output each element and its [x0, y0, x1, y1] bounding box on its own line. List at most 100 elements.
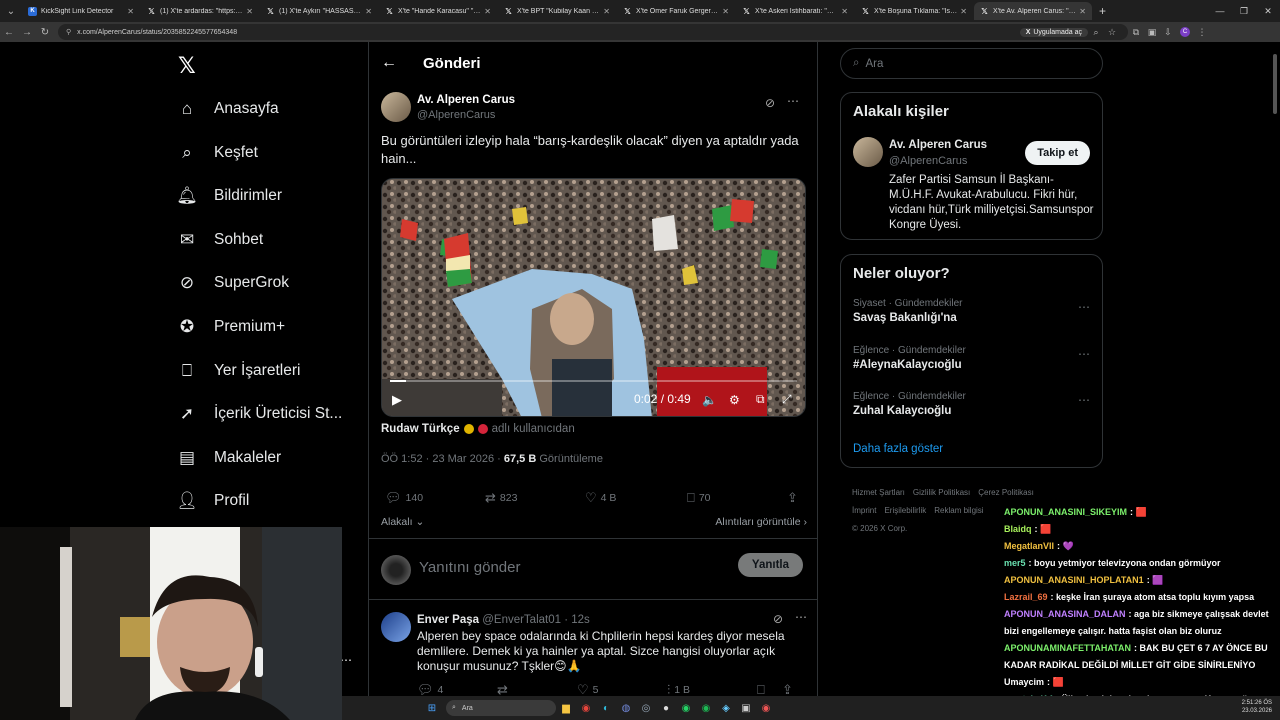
author-avatar[interactable] [381, 92, 411, 122]
reply-time[interactable]: · 12s [564, 614, 590, 626]
post-more-icon[interactable]: ⋯ [787, 94, 799, 108]
reply-handle[interactable]: @EnverTalat01 [482, 614, 561, 626]
discord-icon[interactable]: ◍ [616, 701, 636, 715]
nav-item-rocket[interactable]: ➚ İçerik Üreticisi St... [176, 399, 342, 429]
browser-tab[interactable]: 𝕏 X'te Ömer Faruk Gergerlioğlu ✕ [617, 2, 735, 20]
share-action[interactable]: ⇪ [787, 490, 798, 506]
tab-close-icon[interactable]: ✕ [484, 7, 491, 16]
reply-action[interactable]: 💬︎ 140 [385, 490, 423, 506]
obs-icon[interactable]: ● [656, 701, 676, 715]
browser-menu-icon[interactable]: ⋮ [1194, 27, 1210, 38]
my-avatar[interactable] [381, 555, 411, 585]
trend-more-icon[interactable]: ⋯ [1078, 393, 1090, 407]
nav-item-search[interactable]: ⌕ Keşfet [176, 138, 258, 168]
nav-item-article[interactable]: ▤ Makaleler [176, 443, 281, 473]
sort-dropdown[interactable]: Alakalı ⌄ [381, 516, 424, 528]
nav-item-grok[interactable]: ⊘ SuperGrok [176, 268, 289, 298]
nav-item-home[interactable]: ⌂ Anasayfa [176, 94, 279, 124]
maximize-icon[interactable]: ❐ [1232, 6, 1256, 17]
browser-tab[interactable]: 𝕏 X'te Askeri İstihbaratı: "Bağçılı✕ [736, 2, 854, 20]
trend-item[interactable]: Siyaset · Gündemdekiler Savaş Bakanlığı'n… [853, 298, 1093, 324]
show-more-link[interactable]: Daha fazla göster [853, 443, 943, 455]
page-scrollbar[interactable] [1272, 46, 1278, 696]
video-progress-bar[interactable] [390, 380, 797, 382]
whatsapp-icon[interactable]: ◉ [676, 701, 696, 715]
footer-imprint[interactable]: İmprint [852, 506, 876, 515]
reply-author[interactable]: Enver Paşa [417, 614, 479, 626]
browser-tab[interactable]: 𝕏 X'te BPT "Kubilay Kaan Kundakçı✕ [498, 2, 616, 20]
app3-icon[interactable]: ◉ [756, 701, 776, 715]
browser-tab[interactable]: 𝕏 (1) X'te ardardas: "https://t.co/✕ [141, 2, 259, 20]
browser-tab[interactable]: 𝕏 (1) X'te Aykırı "HASSAS / Şoke✕ [260, 2, 378, 20]
tab-close-icon[interactable]: ✕ [246, 7, 253, 16]
author-handle[interactable]: @AlperenCarus [417, 109, 495, 121]
chat-username[interactable]: mer5 [1004, 558, 1026, 568]
settings-icon[interactable]: ⚙ [729, 393, 740, 407]
close-window-icon[interactable]: ✕ [1256, 6, 1280, 17]
scrollbar-thumb[interactable] [1273, 54, 1277, 114]
footer-terms[interactable]: Hizmet Şartları [852, 488, 905, 497]
like-action[interactable]: ♡ 4 B [585, 490, 616, 506]
chat-username[interactable]: Blaidq [1004, 524, 1032, 534]
back-nav-icon[interactable]: ← [0, 27, 18, 38]
tab-close-icon[interactable]: ✕ [365, 7, 372, 16]
follow-button[interactable]: Takip et [1025, 141, 1090, 165]
chrome-icon[interactable]: ◉ [576, 701, 596, 715]
trend-item[interactable]: Eğlence · Gündemdekiler #AleynaKalaycıoğl… [853, 345, 1093, 371]
back-arrow-icon[interactable]: ← [381, 54, 409, 72]
reply-avatar[interactable] [381, 612, 411, 642]
profile-avatar[interactable]: C [1180, 27, 1190, 37]
app-icon[interactable]: ◈ [716, 701, 736, 715]
tab-close-icon[interactable]: ✕ [960, 7, 967, 16]
sidebar-icon[interactable]: ▣ [1144, 27, 1160, 38]
footer-ads-info[interactable]: Reklam bilgisi [934, 506, 983, 515]
play-icon[interactable]: ▶ [392, 392, 402, 408]
tab-close-icon[interactable]: ✕ [1079, 7, 1086, 16]
trend-item[interactable]: Eğlence · Gündemdekiler Zuhal Kalaycıoğlu [853, 391, 1093, 417]
app2-icon[interactable]: ▣ [736, 701, 756, 715]
nav-item-mail[interactable]: ✉ Sohbet [176, 225, 263, 255]
chat-username[interactable]: APONUNAMINAFETTAHATAN [1004, 643, 1131, 653]
url-input[interactable]: ⚲ x.com/AlperenCarus/status/203585224557… [58, 24, 1128, 40]
bookmark-star-icon[interactable]: ☆ [1104, 27, 1120, 38]
post-time[interactable]: ÖÖ 1:52 · 23 Mar 2026 · [381, 453, 504, 465]
browser-tab[interactable]: 𝕏 X'te Boşuna Tıklama: "İstanbul✕ [855, 2, 973, 20]
steam-icon[interactable]: ◎ [636, 701, 656, 715]
search-input[interactable]: ⌕ Ara [840, 48, 1103, 79]
windows-start-icon[interactable]: ⊞ [422, 701, 442, 715]
author-name[interactable]: Av. Alperen Carus [417, 94, 515, 106]
nav-item-bell[interactable]: 🔔︎ Bildirimler [176, 181, 282, 211]
trend-more-icon[interactable]: ⋯ [1078, 347, 1090, 361]
bookmark-action[interactable]: ⎕ 70 [687, 490, 711, 506]
reply-button[interactable]: Yanıtla [737, 553, 803, 577]
fullscreen-icon[interactable]: ⤢ [782, 392, 792, 407]
tab-close-icon[interactable]: ✕ [841, 7, 848, 16]
minimize-icon[interactable]: — [1208, 6, 1232, 16]
tab-close-icon[interactable]: ✕ [127, 7, 134, 16]
x-logo-icon[interactable]: 𝕏 [178, 53, 196, 79]
reload-icon[interactable]: ↻ [36, 27, 54, 38]
extensions-icon[interactable]: ⧉ [1128, 27, 1144, 38]
source-name[interactable]: Rudaw Türkçe [381, 423, 460, 435]
site-info-icon[interactable]: ⚲ [66, 28, 71, 36]
related-person-avatar[interactable] [853, 137, 883, 167]
volume-icon[interactable]: 🔈 [702, 393, 717, 407]
open-in-app-button[interactable]: X Uygulamada aç [1019, 27, 1088, 37]
chat-username[interactable]: APONUN_ANASINI_SIKEYIM [1004, 507, 1127, 517]
forward-nav-icon[interactable]: → [18, 27, 36, 38]
nav-item-verified[interactable]: ✪ Premium+ [176, 312, 285, 342]
tab-close-icon[interactable]: ✕ [603, 7, 610, 16]
nav-item-bookmark[interactable]: ⎕ Yer İşaretleri [176, 356, 301, 386]
footer-privacy[interactable]: Gizlilik Politikası [913, 488, 970, 497]
taskbar-search[interactable]: ⌕ Ara [446, 700, 556, 716]
reply-more-icon[interactable]: ⋯ [795, 610, 807, 624]
view-quotes-link[interactable]: Alıntıları görüntüle › [715, 516, 807, 528]
reply-grok-icon[interactable]: ⊘ [773, 612, 783, 626]
repost-action[interactable]: ⇄ 823 [485, 490, 517, 506]
nav-item-person[interactable]: 👤︎ Profil [176, 486, 249, 516]
download-icon[interactable]: ⇩ [1160, 27, 1176, 38]
chat-username[interactable]: Lazrail_69 [1004, 592, 1048, 602]
edge-icon[interactable]: ◐ [596, 701, 616, 715]
file-explorer-icon[interactable]: ▆ [556, 701, 576, 715]
reply-input[interactable]: Yanıtını gönder [419, 559, 520, 576]
